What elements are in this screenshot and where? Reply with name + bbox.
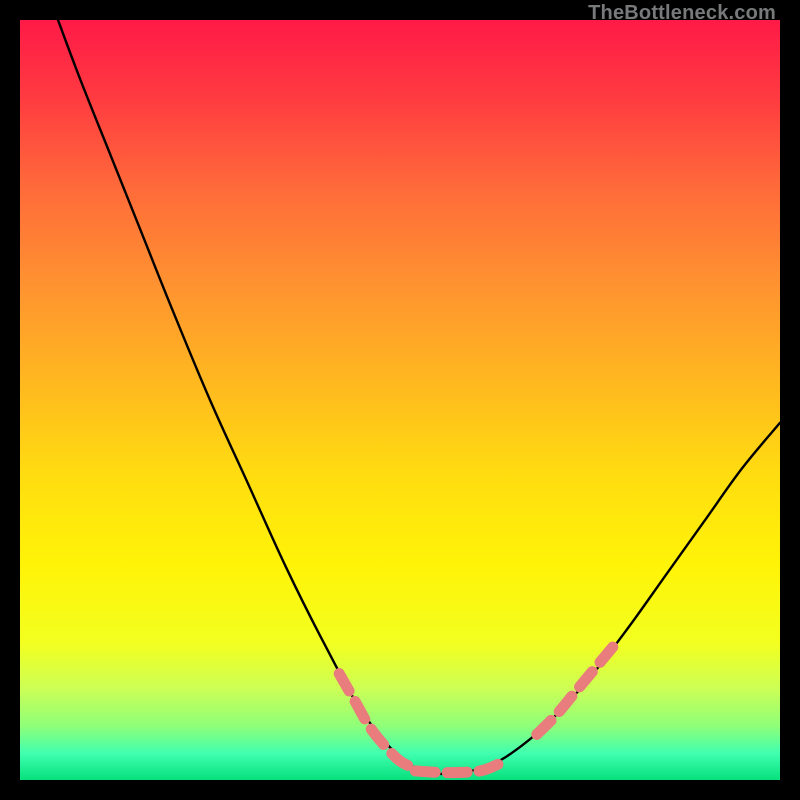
chart-canvas bbox=[20, 20, 780, 780]
gradient-background bbox=[20, 20, 780, 780]
chart-frame bbox=[20, 20, 780, 780]
watermark-text: TheBottleneck.com bbox=[588, 2, 776, 25]
